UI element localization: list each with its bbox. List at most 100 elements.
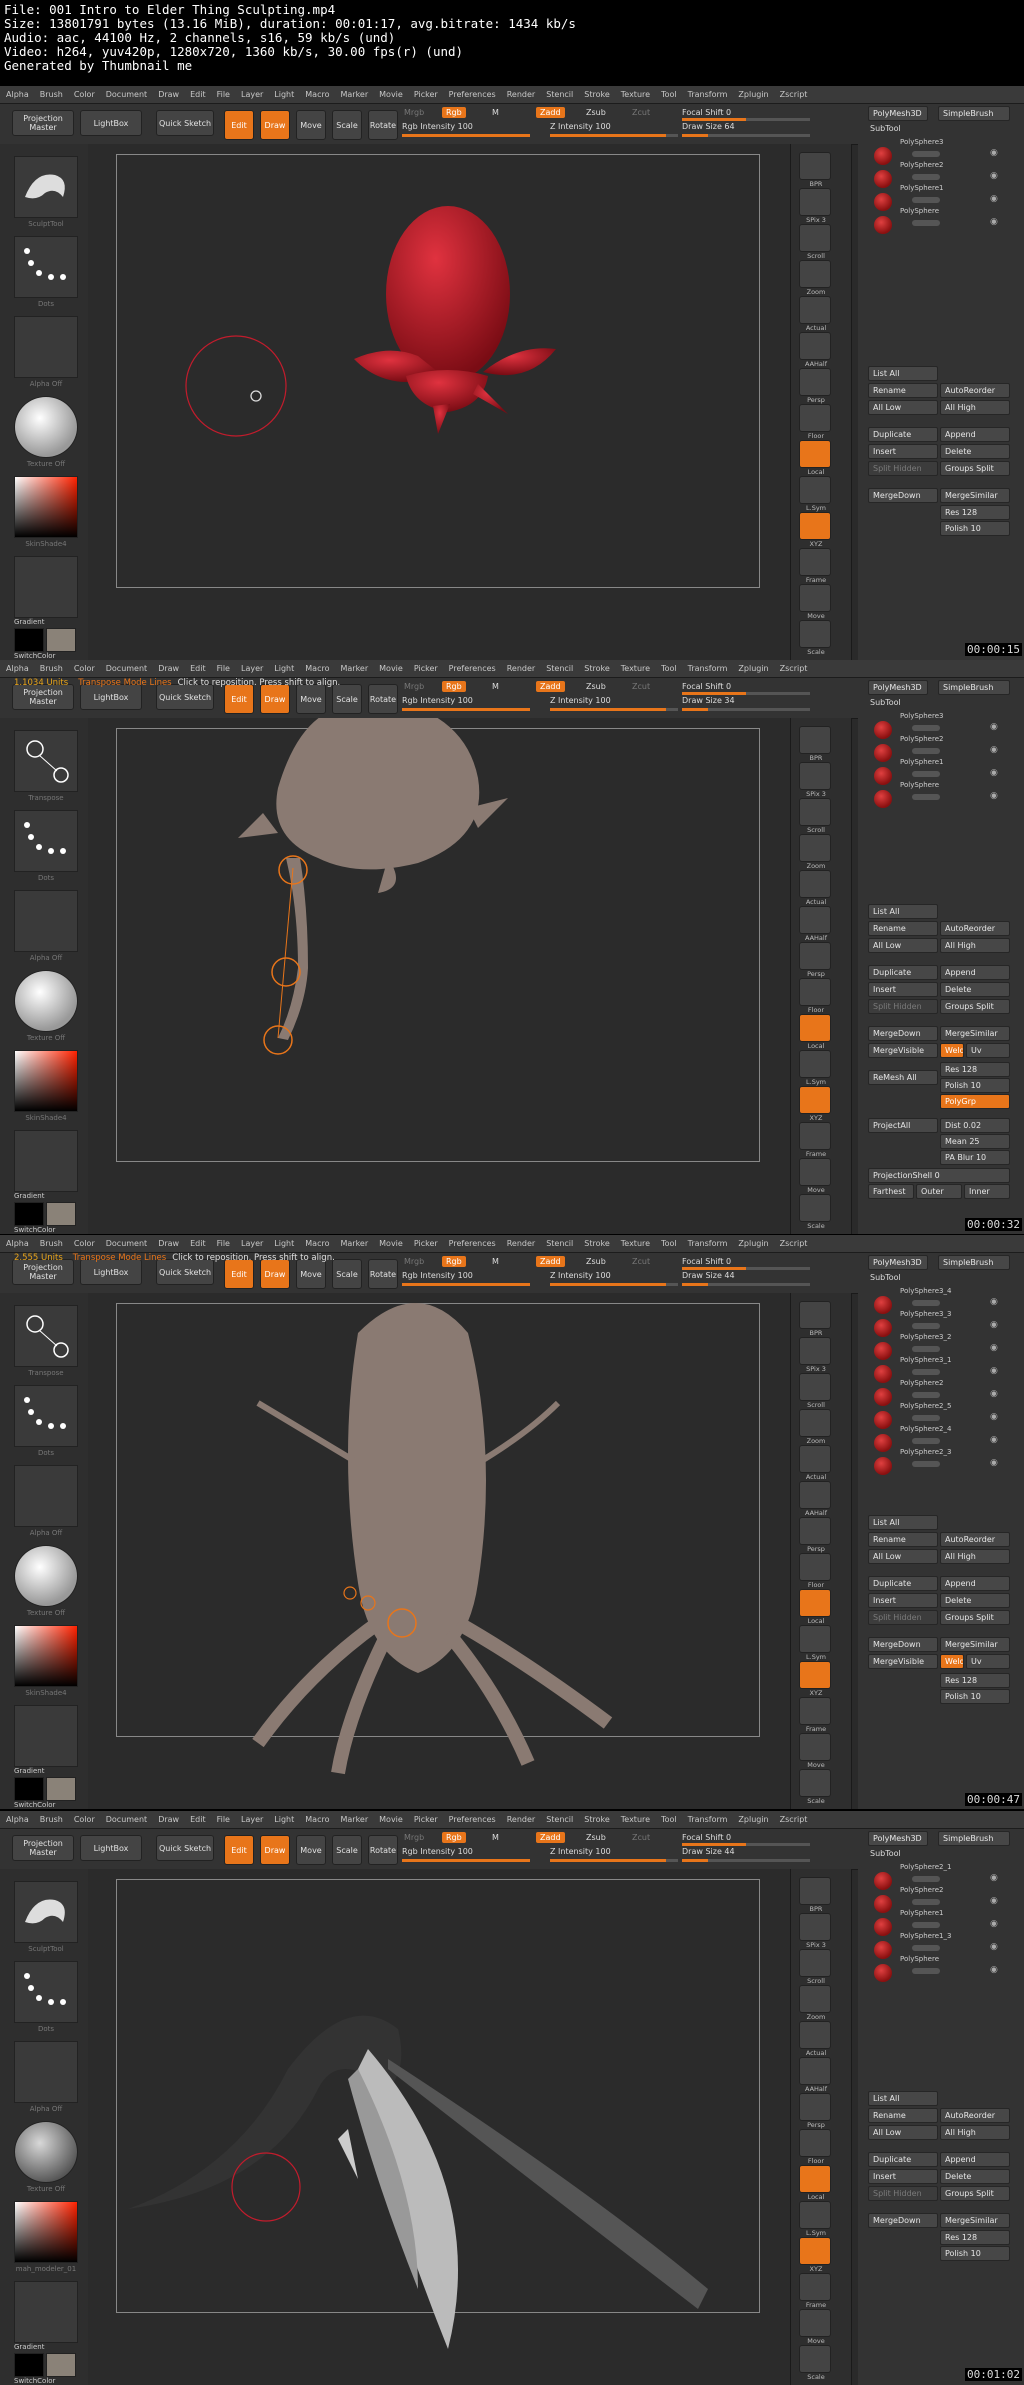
main-color-swatch[interactable] (14, 2353, 44, 2377)
subtool-toggle[interactable] (912, 1899, 940, 1905)
menu-item[interactable]: Draw (158, 664, 179, 673)
rotate-button[interactable]: Rotate (368, 684, 398, 714)
draw-size-slider[interactable] (682, 1283, 810, 1286)
menu-item[interactable]: Texture (621, 664, 650, 673)
view-actual-button[interactable] (799, 296, 831, 324)
merge-similar-button[interactable]: MergeSimilar (940, 1026, 1010, 1041)
delete-button[interactable]: Delete (940, 1593, 1010, 1608)
m-toggle[interactable]: M (492, 1833, 499, 1842)
alpha-thumbnail[interactable] (14, 316, 78, 378)
eye-icon[interactable]: ◉ (990, 1343, 998, 1353)
view-move-button[interactable] (799, 1733, 831, 1761)
menu-item[interactable]: Zplugin (738, 664, 768, 673)
simplebrush-tool-thumb[interactable]: SimpleBrush (938, 680, 1010, 695)
insert-button[interactable]: Insert (868, 982, 938, 997)
zadd-toggle[interactable]: Zadd (536, 107, 565, 118)
view-spix-button[interactable] (799, 1337, 831, 1365)
eye-icon[interactable]: ◉ (990, 1435, 998, 1445)
view-xyz-button[interactable] (799, 1661, 831, 1689)
eye-icon[interactable]: ◉ (990, 1412, 998, 1422)
draw-size-slider[interactable] (682, 134, 810, 137)
stroke-thumbnail[interactable] (14, 810, 78, 872)
merge-visible-button[interactable]: MergeVisible (868, 1043, 938, 1058)
view-bpr-button[interactable] (799, 1301, 831, 1329)
delete-button[interactable]: Delete (940, 2169, 1010, 2184)
list-all-button[interactable]: List All (868, 1515, 938, 1530)
merge-similar-button[interactable]: MergeSimilar (940, 1637, 1010, 1652)
view-floor-button[interactable] (799, 1553, 831, 1581)
project-all-button[interactable]: ProjectAll (868, 1118, 938, 1133)
subtool-item[interactable]: PolySphere3 ◉ (870, 712, 1020, 741)
rotate-button[interactable]: Rotate (368, 1259, 398, 1289)
groups-split-button[interactable]: Groups Split (940, 999, 1010, 1014)
menu-item[interactable]: Light (274, 90, 294, 99)
secondary-color-swatch[interactable] (46, 1777, 76, 1801)
zcut-toggle[interactable]: Zcut (632, 1833, 650, 1842)
rgb-intensity-slider[interactable] (402, 708, 530, 711)
menu-item[interactable]: Macro (305, 90, 329, 99)
menu-item[interactable]: Brush (40, 664, 63, 673)
all-high-button[interactable]: All High (940, 400, 1010, 415)
menu-item[interactable]: File (217, 90, 230, 99)
menu-item[interactable]: Layer (241, 1239, 263, 1248)
z-intensity-slider[interactable] (550, 708, 678, 711)
eye-icon[interactable]: ◉ (990, 1458, 998, 1468)
subtool-toggle[interactable] (912, 1438, 940, 1444)
split-hidden-button[interactable]: Split Hidden (868, 461, 938, 476)
eye-icon[interactable]: ◉ (990, 791, 998, 801)
menu-item[interactable]: Transform (688, 1239, 728, 1248)
menu-item[interactable]: Layer (241, 1815, 263, 1824)
rename-button[interactable]: Rename (868, 1532, 938, 1547)
view-actual-button[interactable] (799, 1445, 831, 1473)
main-color-swatch[interactable] (14, 1202, 44, 1226)
texture-thumbnail[interactable] (14, 396, 78, 458)
menu-item[interactable]: Movie (379, 1239, 403, 1248)
menu-item[interactable]: Tool (661, 1815, 677, 1824)
menu-item[interactable]: Brush (40, 1815, 63, 1824)
view-persp-button[interactable] (799, 1517, 831, 1545)
brush-thumbnail[interactable] (14, 1881, 78, 1943)
menu-item[interactable]: Draw (158, 1815, 179, 1824)
menu-item[interactable]: Transform (688, 1815, 728, 1824)
subtool-toggle[interactable] (912, 1369, 940, 1375)
quick-sketch-button[interactable]: Quick Sketch (156, 1835, 214, 1861)
subtool-item[interactable]: PolySphere1 ◉ (870, 184, 1020, 213)
menu-item[interactable]: Render (507, 664, 535, 673)
subtool-toggle[interactable] (912, 174, 940, 180)
all-low-button[interactable]: All Low (868, 1549, 938, 1564)
projection-shell-slider[interactable]: ProjectionShell 0 (868, 1168, 1010, 1183)
menu-item[interactable]: Stencil (546, 1815, 573, 1824)
eye-icon[interactable]: ◉ (990, 1873, 998, 1883)
alpha-thumbnail[interactable] (14, 2041, 78, 2103)
menu-item[interactable]: Edit (190, 1239, 206, 1248)
menu-item[interactable]: Stencil (546, 90, 573, 99)
view-xyz-button[interactable] (799, 1086, 831, 1114)
zcut-toggle[interactable]: Zcut (632, 682, 650, 691)
zsub-toggle[interactable]: Zsub (586, 1257, 606, 1266)
zsub-toggle[interactable]: Zsub (586, 1833, 606, 1842)
texture-thumbnail[interactable] (14, 2121, 78, 2183)
eye-icon[interactable]: ◉ (990, 1919, 998, 1929)
menu-item[interactable]: Preferences (449, 1815, 496, 1824)
view-scale-button[interactable] (799, 2345, 831, 2373)
menu-item[interactable]: Stroke (584, 664, 610, 673)
focal-shift-slider[interactable] (682, 1267, 810, 1270)
polish-slider[interactable]: Polish 10 (940, 521, 1010, 536)
view-spix-button[interactable] (799, 188, 831, 216)
eye-icon[interactable]: ◉ (990, 148, 998, 158)
view-aahalf-button[interactable] (799, 2057, 831, 2085)
scale-button[interactable]: Scale (332, 1835, 362, 1865)
menu-item[interactable]: Edit (190, 90, 206, 99)
eye-icon[interactable]: ◉ (990, 194, 998, 204)
menu-item[interactable]: Macro (305, 1815, 329, 1824)
view-frame-button[interactable] (799, 1697, 831, 1725)
rename-button[interactable]: Rename (868, 2108, 938, 2123)
menu-item[interactable]: Stencil (546, 664, 573, 673)
view-local-button[interactable] (799, 1589, 831, 1617)
menu-item[interactable]: Render (507, 1239, 535, 1248)
subtool-item[interactable]: PolySphere ◉ (870, 207, 1020, 236)
eye-icon[interactable]: ◉ (990, 1896, 998, 1906)
menu-item[interactable]: Color (74, 90, 95, 99)
menu-item[interactable]: Alpha (6, 90, 29, 99)
color-picker[interactable] (14, 2281, 78, 2343)
